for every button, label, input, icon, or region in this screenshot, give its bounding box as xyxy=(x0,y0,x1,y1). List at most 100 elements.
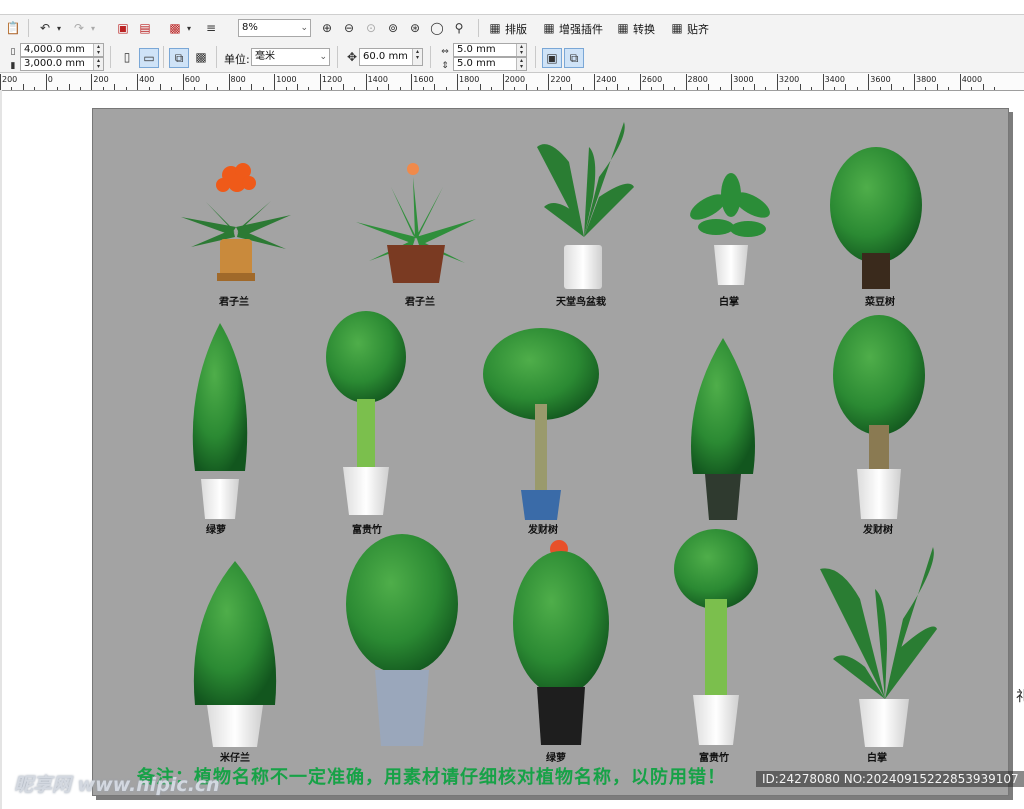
watermark-site: 昵享网 www.nipic.cn xyxy=(14,774,220,796)
ruler-tick-label: 3200 xyxy=(778,75,800,84)
toolbar-divider xyxy=(216,46,217,68)
ruler-tick xyxy=(742,87,744,90)
ruler-tick-label: 400 xyxy=(139,75,155,84)
note-text: 备注：植物名称不一定准确，用素材请仔细核对植物名称，以防用错！ xyxy=(137,767,726,788)
duplicate-y-field[interactable]: 5.0 mm ▴ ▾ xyxy=(453,57,527,71)
nudge-spinner[interactable]: ▴ ▾ xyxy=(412,49,422,65)
dup-x-spinner[interactable]: ▴ ▾ xyxy=(516,44,526,56)
clipboard-icon[interactable]: 📋 xyxy=(4,19,22,37)
toolbar-divider xyxy=(110,46,111,68)
plant-image xyxy=(674,529,758,745)
undo-icon[interactable]: ↶ xyxy=(36,19,54,37)
zoom-height-icon[interactable]: ⚲ xyxy=(450,19,468,37)
document-page[interactable]: 君子兰 君子兰 天堂鸟盆栽 白掌 菜豆树 绿萝 富贵竹 发财树 发财树 米仔兰 … xyxy=(92,108,1009,796)
page-width-field[interactable]: 4,000.0 mm ▴ ▾ xyxy=(20,43,104,57)
zoom-level-value: 8% xyxy=(242,22,258,33)
nudge-distance-field[interactable]: 60.0 mm ▴ ▾ xyxy=(359,48,423,66)
ruler-tick xyxy=(331,87,333,90)
height-spinner[interactable]: ▴ ▾ xyxy=(93,58,103,70)
ruler-tick-label: 3800 xyxy=(916,75,937,84)
landscape-icon[interactable]: ▭ xyxy=(139,48,159,68)
ruler-tick-label: 3000 xyxy=(733,75,754,84)
zoom-width-icon[interactable]: ◯ xyxy=(428,19,446,37)
current-page-icon[interactable]: ▩ xyxy=(192,48,210,66)
ruler-tick xyxy=(834,87,836,90)
ruler-tick xyxy=(502,74,504,90)
zoom-level-select[interactable]: 8% ⌄ xyxy=(238,19,311,37)
publish-dropdown-icon[interactable]: ▾ xyxy=(184,19,194,37)
plant-image xyxy=(830,147,922,289)
convert-menu[interactable]: 转换 xyxy=(633,21,655,37)
page-height-value: 3,000.0 mm xyxy=(24,58,85,69)
plant-label: 菜豆树 xyxy=(865,297,895,308)
unit-select[interactable]: 毫米 ⌄ xyxy=(251,48,330,66)
import-icon[interactable]: ▣ xyxy=(114,19,132,37)
redo-dropdown-icon[interactable]: ▾ xyxy=(88,19,98,37)
transform-icon[interactable]: ⧉ xyxy=(564,48,584,68)
ruler-tick-label: 600 xyxy=(184,75,201,84)
watermark-id: ID:24278080 NO:20240915222853939107 xyxy=(756,771,1024,787)
ruler-tick xyxy=(457,74,458,90)
plant-label: 君子兰 xyxy=(405,297,435,308)
snap-icon: ▦ xyxy=(671,21,683,35)
options-icon[interactable]: ≡ xyxy=(202,19,220,37)
plant-image xyxy=(691,338,755,520)
ruler-tick xyxy=(194,87,196,90)
zoom-in-icon[interactable]: ⊕ xyxy=(318,19,336,37)
plugin-icon: ▦ xyxy=(543,21,555,35)
ruler-tick-label: 0 xyxy=(47,75,53,84)
ruler-tick xyxy=(137,74,139,90)
ruler-tick xyxy=(91,74,93,90)
toolbar-divider xyxy=(478,19,479,37)
plugin-menu[interactable]: 增强插件 xyxy=(559,21,603,37)
ruler-tick xyxy=(982,84,984,90)
portrait-icon[interactable]: ▯ xyxy=(118,48,136,66)
horizontal-ruler[interactable]: 200 0 200 400 600 800 1000 1200 1400 1600 1800 2000… xyxy=(0,73,1024,91)
ruler-tick xyxy=(776,74,778,90)
width-spinner[interactable]: ▴ ▾ xyxy=(93,44,103,56)
ruler-tick xyxy=(845,84,847,90)
zoom-selected-icon[interactable]: ⊙ xyxy=(362,19,380,37)
plant-image xyxy=(537,122,634,289)
ruler-tick xyxy=(594,74,596,90)
ruler-tick xyxy=(914,74,915,90)
layout-menu[interactable]: 排版 xyxy=(505,21,527,37)
zoom-page-icon[interactable]: ⊛ xyxy=(406,19,424,37)
ruler-tick xyxy=(879,87,881,90)
toolbar-divider xyxy=(430,46,431,68)
zoom-all-icon[interactable]: ⊚ xyxy=(384,19,402,37)
ruler-tick-label: 2800 xyxy=(687,75,708,84)
undo-dropdown-icon[interactable]: ▾ xyxy=(54,19,64,37)
zoom-out-icon[interactable]: ⊖ xyxy=(340,19,358,37)
ruler-tick xyxy=(148,87,150,90)
plant-image xyxy=(483,328,599,520)
ruler-tick xyxy=(468,87,470,90)
ruler-tick xyxy=(422,87,424,90)
ruler-tick xyxy=(616,84,618,90)
ruler-tick xyxy=(285,87,287,90)
redo-icon[interactable]: ↷ xyxy=(70,19,88,37)
treat-as-filled-icon[interactable]: ▣ xyxy=(542,48,562,68)
snap-menu[interactable]: 贴齐 xyxy=(687,21,709,37)
export-icon[interactable]: ▤ xyxy=(136,19,154,37)
ruler-tick-label: 2400 xyxy=(596,75,617,84)
ruler-tick xyxy=(856,87,858,90)
ruler-tick xyxy=(925,87,927,90)
ruler-tick xyxy=(491,87,493,90)
ruler-tick xyxy=(445,87,447,90)
all-pages-icon[interactable]: ⧉ xyxy=(169,48,189,68)
ruler-tick xyxy=(525,84,527,90)
ruler-tick xyxy=(674,87,676,90)
duplicate-x-field[interactable]: 5.0 mm ▴ ▾ xyxy=(453,43,527,57)
ruler-tick xyxy=(34,87,36,90)
layout-icon: ▦ xyxy=(489,21,501,35)
page-height-field[interactable]: 3,000.0 mm ▴ ▾ xyxy=(20,57,104,71)
dup-y-spinner[interactable]: ▴ ▾ xyxy=(516,58,526,70)
plant-image xyxy=(346,534,458,746)
publish-icon[interactable]: ▩ xyxy=(166,19,184,37)
vertical-ruler[interactable] xyxy=(0,90,2,809)
convert-icon: ▦ xyxy=(617,21,629,35)
ruler-tick xyxy=(708,84,710,90)
property-bar: ▯ 4,000.0 mm ▴ ▾ ▮ 3,000.0 mm ▴ ▾ ▯ ▭ ⧉ ▩ … xyxy=(0,42,1024,73)
ruler-tick xyxy=(434,84,436,90)
